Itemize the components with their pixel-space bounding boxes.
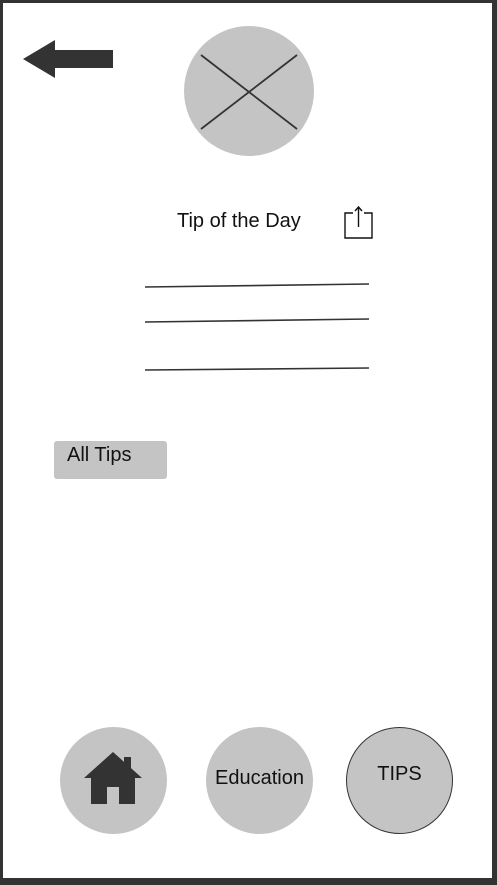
arrow-left-icon <box>23 40 113 78</box>
nav-education-button[interactable]: Education <box>206 727 313 834</box>
tip-of-the-day-title: Tip of the Day <box>177 210 301 232</box>
nav-home-button[interactable] <box>60 727 167 834</box>
home-icon <box>84 752 142 804</box>
image-placeholder-icon <box>184 26 314 156</box>
tip-line <box>145 283 370 288</box>
tip-line <box>145 318 370 323</box>
tip-line <box>145 367 370 371</box>
app-screen: Tip of the Day All Tips Education TIPS <box>3 3 492 878</box>
nav-tips-label: TIPS <box>377 763 422 785</box>
nav-tips-button[interactable]: TIPS <box>346 727 453 834</box>
all-tips-button[interactable]: All Tips <box>54 441 167 479</box>
share-button[interactable] <box>343 205 375 241</box>
image-placeholder <box>183 25 315 157</box>
share-icon <box>344 205 373 239</box>
nav-education-label: Education <box>215 767 304 789</box>
tip-text-lines <box>145 283 370 371</box>
back-button[interactable] <box>21 39 117 79</box>
